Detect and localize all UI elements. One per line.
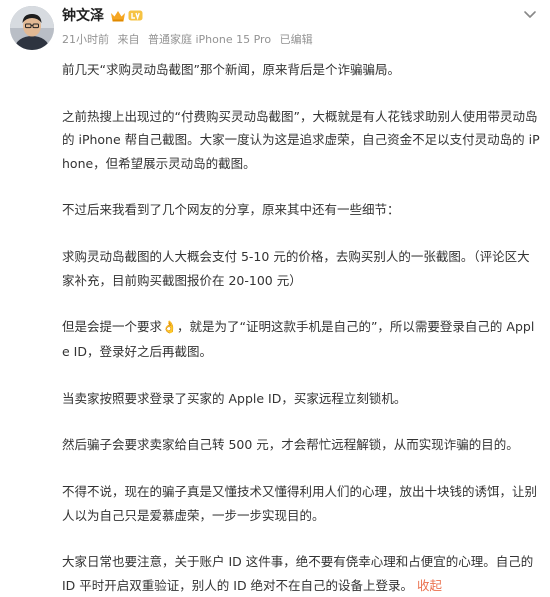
- post-header: 钟文泽 21小时前 来自 普通家庭 iPhone 15 Pro 已编辑: [0, 0, 550, 60]
- post-paragraph: 然后骗子会要求卖家给自己转 500 元，才会帮忙远程解锁，从而实现诈骗的目的。: [62, 437, 519, 453]
- post-paragraph: 不过后来我看到了几个网友的分享，原来其中还有一些细节：: [62, 202, 400, 218]
- avatar-image: [10, 6, 54, 50]
- ok-hand-emoji: 👌: [162, 320, 177, 335]
- avatar[interactable]: [10, 6, 54, 50]
- vip-crown-icon[interactable]: [110, 9, 126, 23]
- post-paragraph: 前几天“求购灵动岛截图”那个新闻，原来背后是个诈骗骗局。: [62, 62, 400, 77]
- paragraph-text: 大家日常也要注意，关于账户 ID 这件事，绝不要有侥幸心理和占便宜的心理。自己的…: [62, 554, 534, 593]
- paragraph-text: 但是会提一个要求: [62, 319, 163, 335]
- level-badge-icon: [128, 10, 143, 21]
- collapse-link[interactable]: 收起: [417, 578, 442, 593]
- post-paragraph: 不得不说，现在的骗子真是又懂技术又懂得利用人们的心理，放出十块钱的诱饵，让别人以…: [62, 484, 538, 523]
- chevron-down-icon[interactable]: [522, 6, 538, 22]
- author-name[interactable]: 钟文泽: [62, 7, 104, 25]
- post-paragraph: 求购灵动岛截图的人大概会支付 5-10 元的价格，去购买别人的一张截图。（评论区…: [62, 249, 530, 288]
- post-time[interactable]: 21小时前: [62, 33, 109, 46]
- post-paragraph: 当卖家按照要求登录了买家的 Apple ID，买家远程立刻锁机。: [62, 390, 407, 406]
- post-device[interactable]: 普通家庭 iPhone 15 Pro: [148, 33, 271, 46]
- post-meta: 21小时前 来自 普通家庭 iPhone 15 Pro 已编辑: [62, 32, 318, 48]
- post-paragraph: 大家日常也要注意，关于账户 ID 这件事，绝不要有侥幸心理和占便宜的心理。自己的…: [62, 550, 540, 597]
- post-paragraph: 但是会提一个要求👌，就是为了“证明这款手机是自己的”，所以需要登录自己的 App…: [62, 315, 540, 363]
- post-body: 前几天“求购灵动岛截图”那个新闻，原来背后是个诈骗骗局。 之前热搜上出现过的“付…: [62, 58, 540, 597]
- post-edited-tag[interactable]: 已编辑: [280, 33, 313, 46]
- post-from-label: 来自: [117, 33, 140, 46]
- post-paragraph: 之前热搜上出现过的“付费购买灵动岛截图”，大概就是有人花钱求助别人使用带灵动岛的…: [62, 108, 540, 171]
